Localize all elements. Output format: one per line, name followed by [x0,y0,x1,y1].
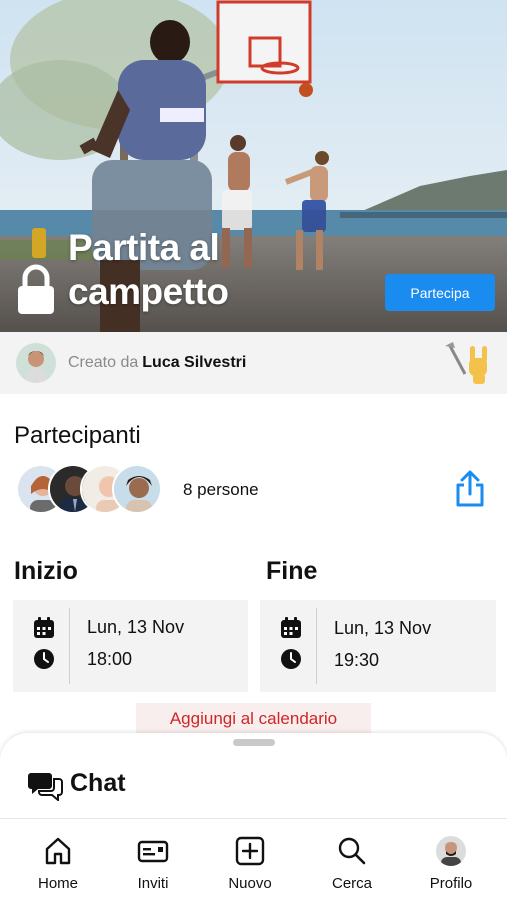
clock-icon [281,649,301,669]
bottom-tab-bar: Home Inviti Nuovo Cerca Profilo [0,818,507,900]
creator-prefix: Creato da [68,354,139,371]
rock-hand-icon [445,342,487,384]
card-divider [69,608,70,684]
tab-label: Cerca [331,875,372,892]
tab-label: Nuovo [228,875,272,892]
event-title-line2: campetto [68,271,229,312]
start-datetime-card[interactable]: Lun, 13 Nov 18:00 [13,600,248,692]
tab-label: Inviti [137,875,169,892]
creator-name: Luca Silvestri [142,354,247,371]
tab-label: Profilo [429,875,473,892]
end-title: Fine [266,557,318,585]
calendar-icon [34,617,54,638]
start-title: Inizio [14,557,78,585]
end-time: 19:30 [334,650,380,670]
start-time: 18:00 [87,649,133,669]
plus-square-icon [235,836,265,866]
chat-bubbles-icon [28,773,63,801]
search-icon [338,837,366,865]
tab-label: Home [37,875,78,892]
creator-text: Creato da Luca Silvestri [68,354,246,372]
tab-cerca[interactable]: Cerca [307,819,397,900]
tab-nuovo[interactable]: Nuovo [205,819,295,900]
end-datetime-card[interactable]: Lun, 13 Nov 19:30 [260,600,496,692]
lock-icon [18,264,54,314]
add-to-calendar-button[interactable]: Aggiungi al calendario [136,703,371,735]
participants-avatars[interactable] [16,464,166,516]
home-icon [45,837,71,865]
tab-inviti[interactable]: Inviti [108,819,198,900]
creator-bar[interactable]: Creato da Luca Silvestri [0,332,507,394]
clock-icon [34,649,54,669]
join-button[interactable]: Partecipa [385,274,495,311]
participant-avatar[interactable] [112,464,162,514]
ticket-icon [137,840,169,863]
creator-avatar[interactable] [16,343,56,383]
participants-count[interactable]: 8 persone [183,480,259,500]
share-icon[interactable] [453,470,487,508]
card-divider [316,608,317,684]
end-date: Lun, 13 Nov [334,618,432,638]
tab-home[interactable]: Home [13,819,103,900]
event-hero: Partita al campetto Partecipa [0,0,507,332]
calendar-icon [281,617,301,638]
chat-label: Chat [70,769,126,797]
event-title-line1: Partita al [68,227,220,268]
start-date: Lun, 13 Nov [87,617,185,637]
profile-avatar [436,836,466,866]
participants-title: Partecipanti [14,422,141,449]
tab-profilo[interactable]: Profilo [406,819,496,900]
event-title: Partita al campetto [68,226,229,314]
sheet-drag-handle[interactable] [233,739,275,746]
